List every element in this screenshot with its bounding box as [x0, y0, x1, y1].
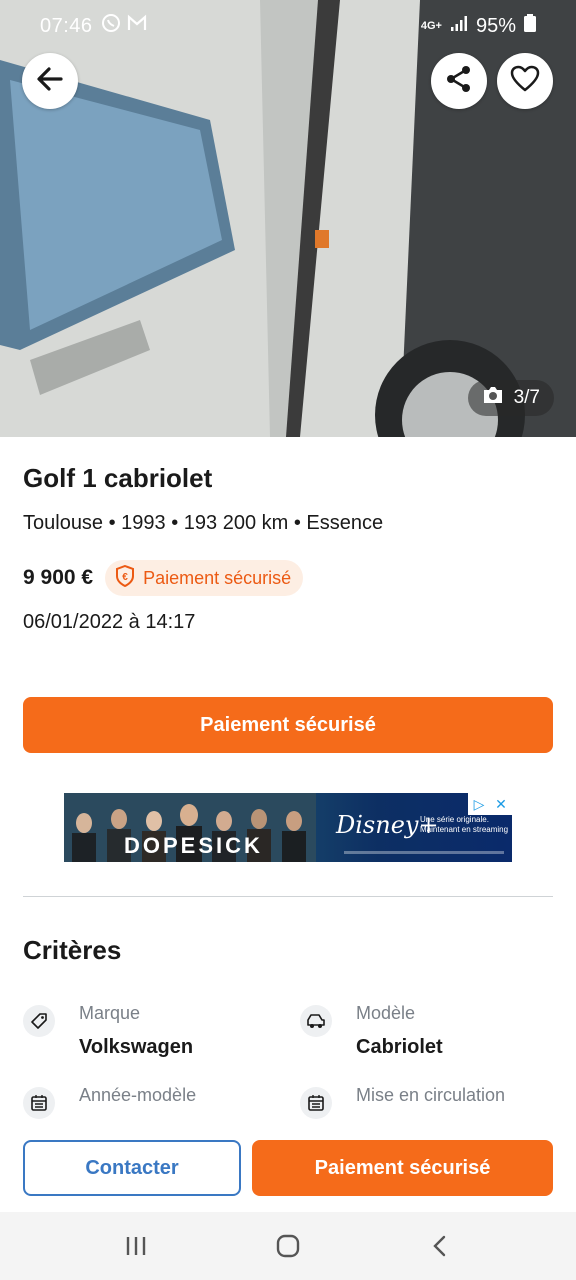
bottom-action-bar: Contacter Paiement sécurisé	[0, 1122, 576, 1212]
share-button[interactable]	[431, 53, 487, 109]
secure-payment-button[interactable]: Paiement sécurisé	[23, 697, 553, 753]
recents-icon	[126, 1237, 146, 1255]
gmail-icon	[127, 14, 147, 38]
criteria-label: Année-modèle	[79, 1085, 197, 1105]
ad-controls: ▷ ✕	[468, 793, 512, 815]
status-time: 07:46	[40, 14, 93, 37]
listing-photo[interactable]	[0, 0, 576, 437]
back-button[interactable]	[22, 53, 78, 109]
price-row: 9 900 € € Paiement sécurisé	[23, 560, 304, 596]
ad-fine-print	[344, 851, 504, 854]
criteria-item-model-year: Année-modèle	[23, 1085, 196, 1119]
camera-icon	[482, 385, 504, 411]
svg-text:€: €	[122, 572, 128, 583]
car-icon	[300, 1005, 332, 1037]
listing-date: 06/01/2022 à 14:17	[23, 611, 196, 633]
share-icon	[444, 64, 474, 99]
recent-apps-button[interactable]	[111, 1221, 161, 1271]
photo-counter-text: 3/7	[513, 387, 540, 408]
home-button[interactable]	[263, 1221, 313, 1271]
system-back-button[interactable]	[415, 1221, 465, 1271]
criteria-value: Cabriolet	[356, 1036, 443, 1058]
heart-icon	[510, 65, 540, 98]
ad-title: DOPESICK	[124, 833, 263, 858]
photo-counter[interactable]: 3/7	[467, 380, 554, 416]
chevron-left-icon	[433, 1235, 446, 1257]
listing-title: Golf 1 cabriolet	[23, 463, 213, 493]
listing-price: 9 900 €	[23, 566, 94, 589]
signal-icon	[450, 15, 468, 38]
criteria-value: Volkswagen	[79, 1036, 194, 1058]
status-bar: 07:46 4G+ 95%	[0, 0, 576, 52]
whatsapp-icon	[101, 13, 121, 39]
criteria-heading: Critères	[23, 935, 122, 965]
ad-banner[interactable]: DOPESICK Disney+ Une série originale. Ma…	[64, 793, 512, 862]
criteria-item-model: Modèle Cabriolet	[300, 1003, 443, 1059]
criteria-item-brand: Marque Volkswagen	[23, 1003, 193, 1059]
ad-choices-icon[interactable]: ▷	[468, 793, 490, 815]
battery-percent: 95%	[475, 14, 516, 37]
criteria-label: Marque	[79, 1003, 141, 1023]
shield-euro-icon: €	[115, 564, 135, 592]
calendar-icon	[23, 1087, 55, 1119]
network-type: 4G+	[420, 20, 442, 32]
contact-button[interactable]: Contacter	[23, 1140, 241, 1196]
calendar-icon	[300, 1087, 332, 1119]
criteria-item-registration: Mise en circulation	[300, 1085, 505, 1119]
battery-icon	[524, 14, 536, 38]
home-icon	[276, 1234, 300, 1258]
criteria-label: Mise en circulation	[356, 1085, 506, 1105]
ad-close-icon[interactable]: ✕	[490, 793, 512, 815]
bottom-secure-payment-button[interactable]: Paiement sécurisé	[252, 1140, 553, 1196]
car-photo-illustration	[0, 0, 576, 437]
secure-badge-label: Paiement sécurisé	[143, 567, 292, 588]
secure-payment-badge: € Paiement sécurisé	[105, 560, 304, 596]
ad-tagline: Une série originale. Maintenant en strea…	[420, 815, 509, 834]
listing-subtitle: Toulouse • 1993 • 193 200 km • Essence	[23, 512, 384, 534]
tag-icon	[23, 1005, 55, 1037]
criteria-label: Modèle	[356, 1003, 416, 1023]
favorite-button[interactable]	[497, 53, 553, 109]
system-navigation-bar	[0, 1212, 576, 1280]
arrow-left-icon	[35, 64, 65, 99]
divider	[23, 896, 553, 897]
